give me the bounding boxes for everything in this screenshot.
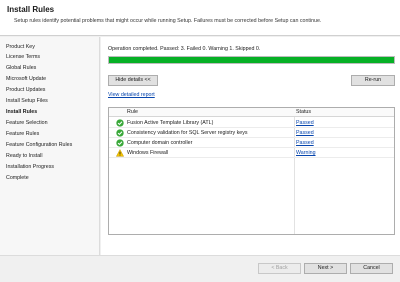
- rule-status-link[interactable]: Passed: [296, 120, 314, 126]
- rule-name: Consistency validation for SQL Server re…: [127, 130, 248, 136]
- passed-check-icon: [116, 139, 124, 147]
- table-row[interactable]: Computer domain controller Passed: [109, 138, 394, 148]
- sidebar-item-microsoft-update[interactable]: Microsoft Update: [6, 76, 46, 82]
- progress-bar: [108, 56, 395, 64]
- rule-status-link[interactable]: Warning: [296, 150, 316, 156]
- rule-name: Computer domain controller: [127, 140, 193, 146]
- passed-check-icon: [116, 119, 124, 127]
- sidebar-item-ready-to-install[interactable]: Ready to Install: [6, 153, 43, 159]
- sidebar: Product Key License Terms Global Rules M…: [0, 37, 100, 255]
- table-header: Rule Status: [109, 108, 394, 117]
- sidebar-item-feature-configuration-rules[interactable]: Feature Configuration Rules: [6, 142, 72, 148]
- rule-status-link[interactable]: Passed: [296, 140, 314, 146]
- table-row[interactable]: Fusion Active Template Library (ATL) Pas…: [109, 118, 394, 128]
- cancel-button[interactable]: Cancel: [350, 263, 393, 274]
- progress-bar-fill: [109, 57, 394, 63]
- hide-details-button[interactable]: Hide details <<: [108, 75, 158, 86]
- rule-name: Windows Firewall: [127, 150, 169, 156]
- sidebar-item-installation-progress[interactable]: Installation Progress: [6, 164, 54, 170]
- page-description: Setup rules identify potential problems …: [14, 18, 322, 24]
- operation-status-text: Operation completed. Passed: 3. Failed 0…: [108, 46, 261, 52]
- rule-status-link[interactable]: Passed: [296, 130, 314, 136]
- main-panel: Operation completed. Passed: 3. Failed 0…: [101, 37, 400, 255]
- sidebar-item-global-rules[interactable]: Global Rules: [6, 65, 36, 71]
- back-button[interactable]: < Back: [258, 263, 301, 274]
- sidebar-item-feature-selection[interactable]: Feature Selection: [6, 120, 48, 126]
- sidebar-item-install-setup-files[interactable]: Install Setup Files: [6, 98, 48, 104]
- column-header-status[interactable]: Status: [296, 109, 311, 115]
- sidebar-item-license-terms[interactable]: License Terms: [6, 54, 40, 60]
- table-row[interactable]: Consistency validation for SQL Server re…: [109, 128, 394, 138]
- next-button[interactable]: Next >: [304, 263, 347, 274]
- table-row[interactable]: Windows Firewall Warning: [109, 148, 394, 158]
- sidebar-item-install-rules[interactable]: Install Rules: [6, 109, 37, 115]
- sidebar-item-feature-rules[interactable]: Feature Rules: [6, 131, 39, 137]
- passed-check-icon: [116, 129, 124, 137]
- column-header-rule[interactable]: Rule: [127, 109, 138, 115]
- rule-name: Fusion Active Template Library (ATL): [127, 120, 214, 126]
- footer: < Back Next > Cancel: [0, 255, 400, 282]
- sidebar-item-complete[interactable]: Complete: [6, 175, 29, 181]
- sidebar-item-product-updates[interactable]: Product Updates: [6, 87, 45, 93]
- view-detailed-report-link[interactable]: View detailed report: [108, 92, 155, 98]
- warning-icon: [116, 149, 124, 157]
- page-title: Install Rules: [7, 5, 55, 14]
- rerun-button[interactable]: Re-run: [351, 75, 395, 86]
- sidebar-item-product-key[interactable]: Product Key: [6, 44, 35, 50]
- header: Install Rules Setup rules identify poten…: [0, 0, 400, 36]
- rules-table: Rule Status Fusion Active Template Libra…: [108, 107, 395, 235]
